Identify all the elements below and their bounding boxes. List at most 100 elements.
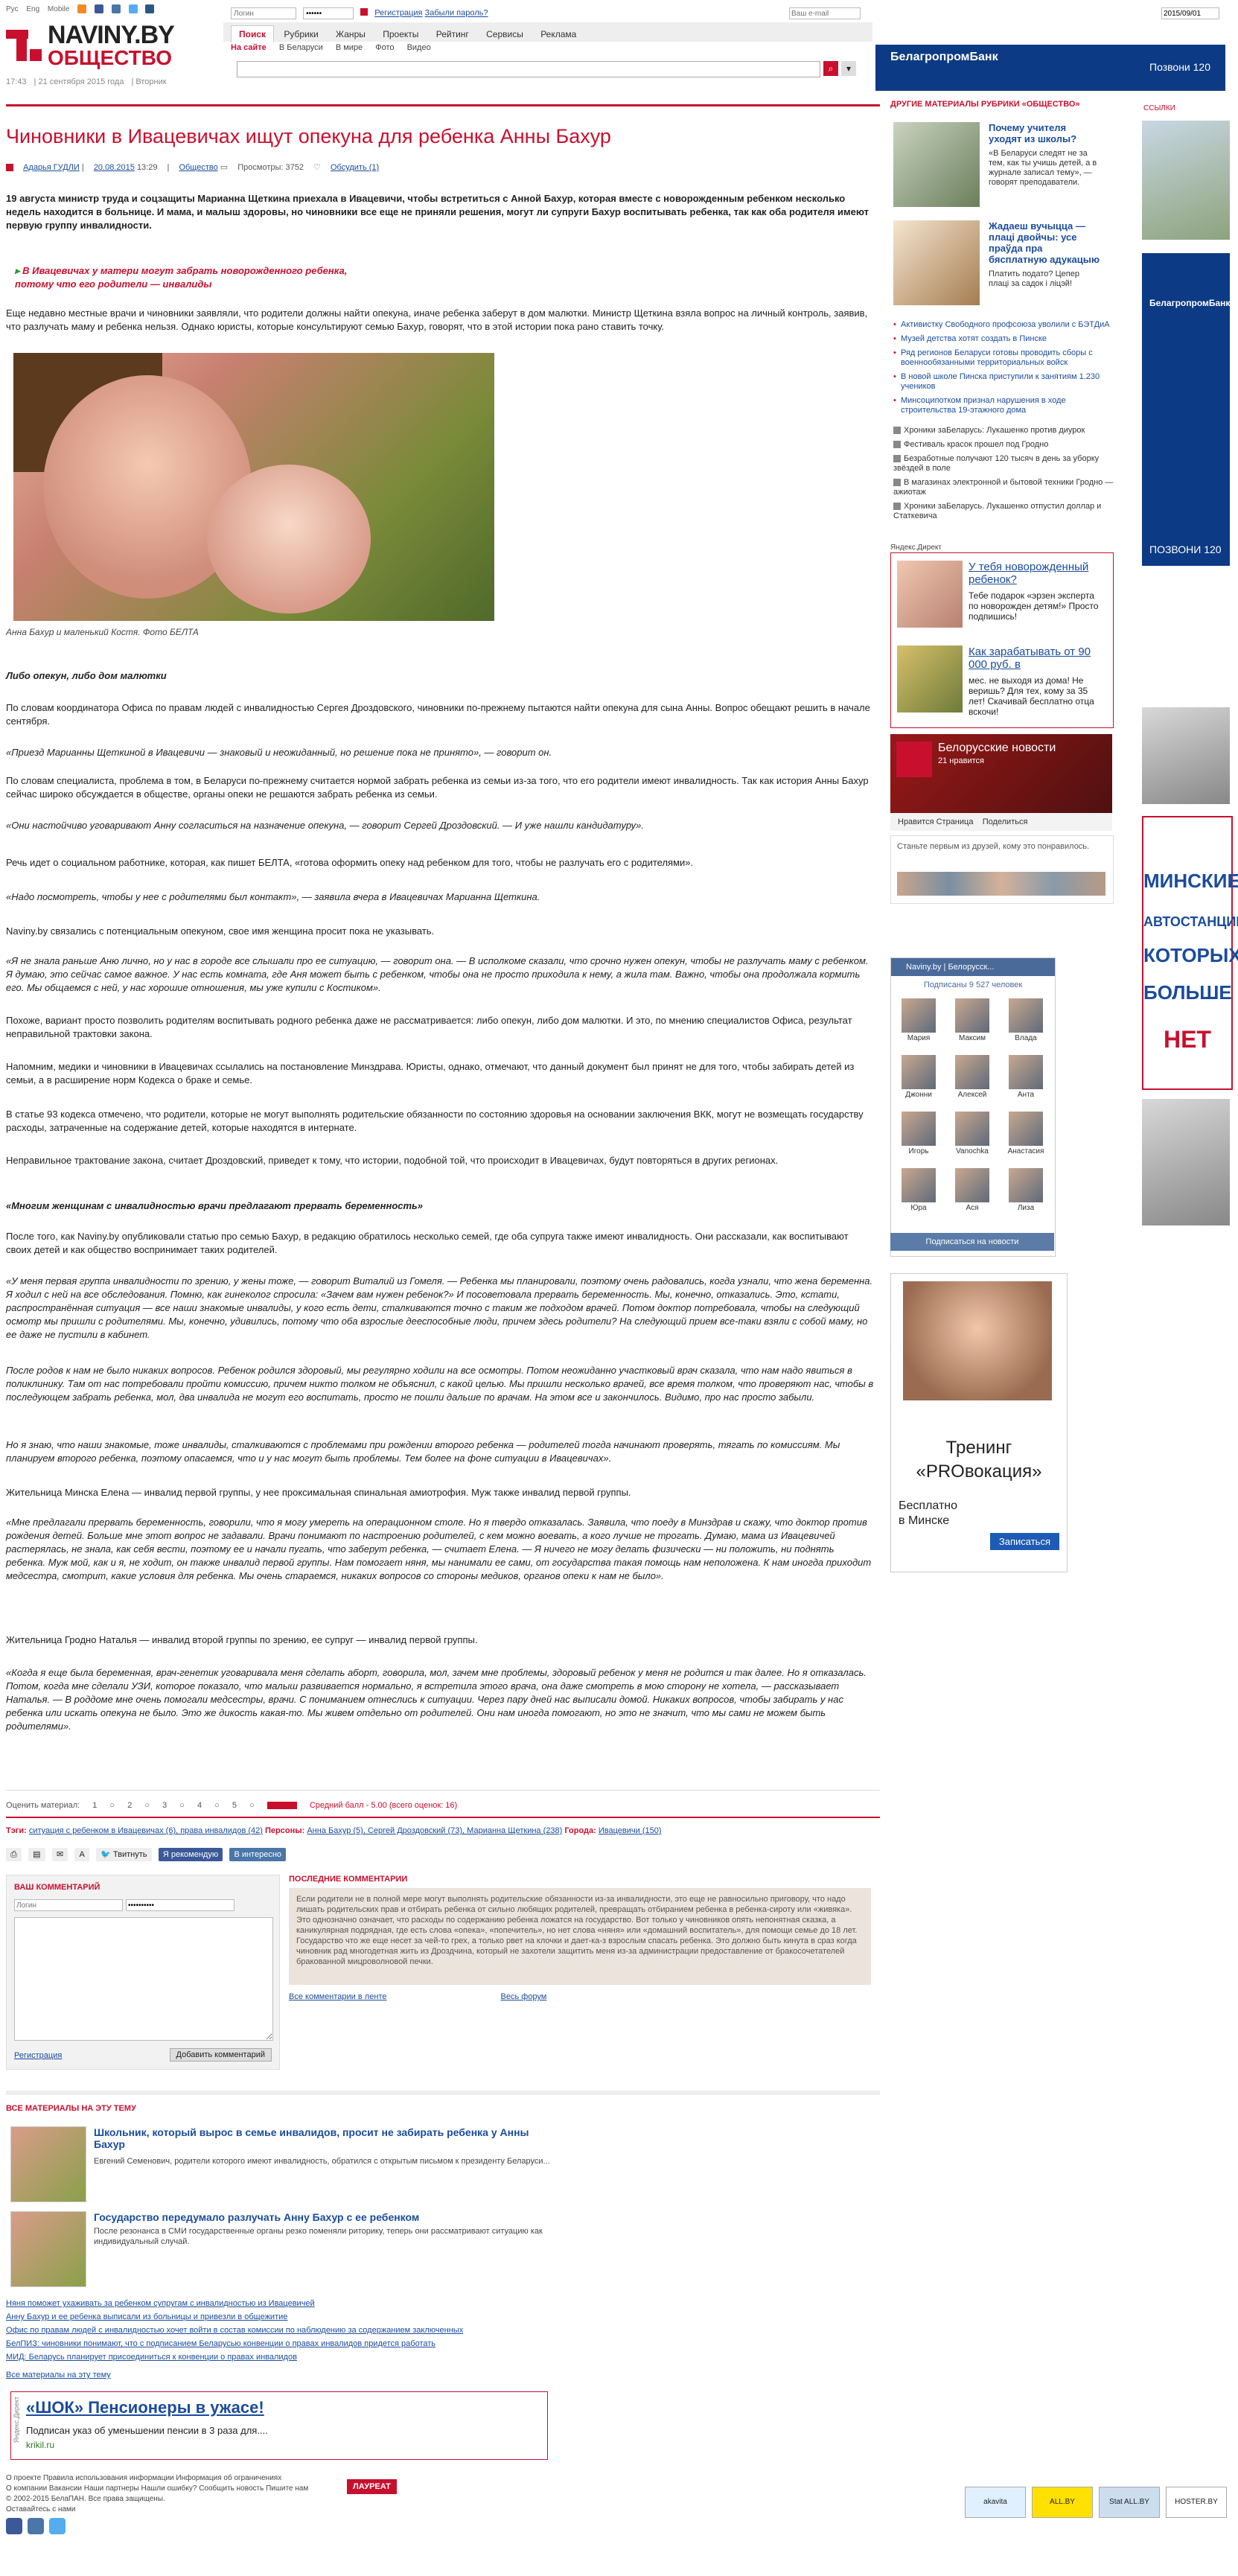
training-ad[interactable]: Тренинг «PRОвокация» Бесплатно в Минске … [890,1273,1068,1572]
rating-option[interactable]: 5 ○ [232,1801,255,1810]
vk-user[interactable]: Vanochka [954,1112,991,1159]
rating-option[interactable]: 4 ○ [197,1801,220,1810]
pdf-icon[interactable]: ▤ [28,1848,45,1861]
material-thumbnail[interactable] [10,2126,86,2202]
media-link[interactable]: Хроники заБеларусь: Лукашенко против диу… [893,426,1117,436]
fb-friend-avatars[interactable] [897,872,1105,896]
bottom-ad[interactable]: Яндекс.Директ «ШОК» Пенсионеры в ужасе! … [10,2391,548,2460]
scope-video[interactable]: Видео [407,43,431,52]
twitter-icon[interactable] [48,2518,66,2534]
ad-url[interactable]: krikil.ru [26,2440,54,2450]
laureate-badge[interactable]: ЛАУРЕАТ [347,2479,397,2494]
vk-user[interactable]: Ася [954,1168,991,1216]
all-materials-link[interactable]: Все материалы на эту тему [6,2371,111,2379]
nav-services[interactable]: Сервисы [479,26,531,42]
rubric-link[interactable]: Ряд регионов Беларуси готовы проводить с… [893,348,1117,368]
rubric-link[interactable]: В новой школе Пинска приступили к заняти… [893,372,1117,392]
vk-user[interactable]: Алексей [954,1055,991,1103]
rating-option[interactable]: 1 ○ [92,1801,115,1810]
rubric-feature[interactable]: Почему учителя уходят из школы? «В Белар… [893,122,1102,211]
all-comments-link[interactable]: Все комментарии в ленте [289,1992,386,2001]
rubric-link[interactable]: Музей детства хотят создать в Пинске [893,334,1117,344]
material-link[interactable]: Анну Бахур и ее ребенка выписали из боль… [6,2312,287,2321]
nav-projects[interactable]: Проекты [375,26,426,42]
material-item[interactable]: Государство передумало разлучать Анну Ба… [10,2211,561,2293]
vk-icon[interactable] [111,4,121,13]
recommend-button[interactable]: Я рекомендую [158,1848,223,1861]
scope-world[interactable]: В мире [336,43,363,52]
nav-ads[interactable]: Реклама [533,26,584,42]
feature-thumbnail[interactable] [893,122,980,207]
lang-mobile[interactable]: Mobile [48,5,69,13]
vk-user[interactable]: Мария [900,998,937,1046]
material-link[interactable]: Няня поможет ухаживать за ребенком супру… [6,2299,315,2308]
social-icon[interactable] [145,4,155,13]
print-icon[interactable]: ⎙ [6,1848,22,1861]
scope-photo[interactable]: Фото [375,43,394,52]
forum-link[interactable]: Весь форум [500,1992,546,2001]
rating-option[interactable]: 2 ○ [127,1801,150,1810]
twitter-share-button[interactable]: 🐦 Твитнуть [96,1848,152,1861]
scope-belarus[interactable]: В Беларуси [279,43,323,52]
date-link[interactable]: 20.08.2015 [94,163,135,172]
twitter-icon[interactable] [128,4,138,13]
rubric-link[interactable]: Активистку Свободного профсоюза уволили … [893,320,1117,330]
link-banner[interactable] [1142,121,1230,240]
material-title[interactable]: Государство передумало разлучать Анну Ба… [94,2211,555,2223]
person-links[interactable]: Анна Бахур (5), Сергей Дроздовский (73),… [307,1826,562,1835]
nav-genres[interactable]: Жанры [328,26,373,42]
vk-share-button[interactable]: В интересно [229,1848,287,1861]
footer-links-1[interactable]: О проекте Правила использования информац… [6,2473,308,2484]
vk-user[interactable]: Юра [900,1168,937,1216]
add-comment-button[interactable]: Добавить комментарий [169,2048,272,2062]
register-link[interactable]: Регистрация [374,9,422,18]
vk-user[interactable]: Джонни [900,1055,937,1103]
footer-links-2[interactable]: О компании Вакансии Наши партнеры Нашли … [6,2484,308,2494]
email-icon[interactable]: ✉ [51,1848,68,1861]
ad-title[interactable]: У тебя новорожденный ребенок? [969,561,1103,586]
logo-icon[interactable] [6,22,43,67]
link-banner[interactable] [1142,707,1230,804]
feature-thumbnail[interactable] [893,220,980,305]
media-link[interactable]: Фестиваль красок прошел под Гродно [893,440,1117,450]
ad-title[interactable]: «ШОК» Пенсионеры в ужасе! [26,2398,264,2417]
discuss-link[interactable]: Обсудить (1) [331,163,379,172]
search-icon[interactable]: ⌕ [823,61,838,76]
counter-statall[interactable]: Stat ALL.BY [1099,2487,1160,2518]
fb-page-title[interactable]: Белорусские новости [938,742,1056,755]
material-item[interactable]: Школьник, который вырос в семье инвалидо… [10,2126,561,2208]
material-link[interactable]: БелПИЗ: чиновники понимают, что с подпис… [6,2339,435,2348]
fb-share-button[interactable]: Поделиться [983,817,1028,826]
vk-icon[interactable] [27,2518,44,2534]
vk-user[interactable]: Игорь [900,1112,937,1159]
material-link[interactable]: Офис по правам людей с инвалидностью хоч… [6,2326,463,2335]
related-article-link[interactable]: ▸ В Ивацевичах у матери могут забрать но… [15,264,387,291]
media-link[interactable]: В магазинах электронной и бытовой техник… [893,478,1117,497]
ad-image[interactable] [897,645,963,712]
material-link[interactable]: МИД: Беларусь планирует присоединиться к… [6,2353,297,2362]
comment-register-link[interactable]: Регистрация [14,2051,62,2060]
signup-button[interactable]: Записаться [989,1533,1059,1550]
rubric-link[interactable]: Общество [179,163,217,172]
vk-subscribe-button[interactable]: Подписаться на новости [890,1233,1054,1251]
font-size-icon[interactable]: A [74,1848,89,1861]
media-link[interactable]: Безработные получают 120 тысяч в день за… [893,454,1117,474]
facebook-icon[interactable] [94,4,103,13]
vk-user[interactable]: Лиза [1007,1168,1044,1216]
vk-user[interactable]: Максим [954,998,991,1046]
author-link[interactable]: Адарья ГУДЛИ [23,163,80,172]
search-options-icon[interactable]: ▾ [841,61,856,76]
comment-password-input[interactable] [126,1899,234,1911]
comment-textarea[interactable] [14,1917,273,2041]
lang-ru[interactable]: Рус [6,5,19,13]
page-logo[interactable] [896,742,932,777]
password-input[interactable] [303,7,354,19]
vk-user[interactable]: Анта [1007,1055,1044,1103]
feature-title[interactable]: Почему учителя уходят из школы? [989,122,1100,144]
scope-site[interactable]: На сайте [231,43,267,52]
fb-like-button[interactable]: Нравится Страница [898,817,973,826]
material-title[interactable]: Школьник, который вырос в семье инвалидо… [94,2126,555,2150]
ad-image[interactable] [897,561,963,628]
vk-user[interactable]: Влада [1007,998,1044,1046]
nav-rating[interactable]: Рейтинг [429,26,476,42]
